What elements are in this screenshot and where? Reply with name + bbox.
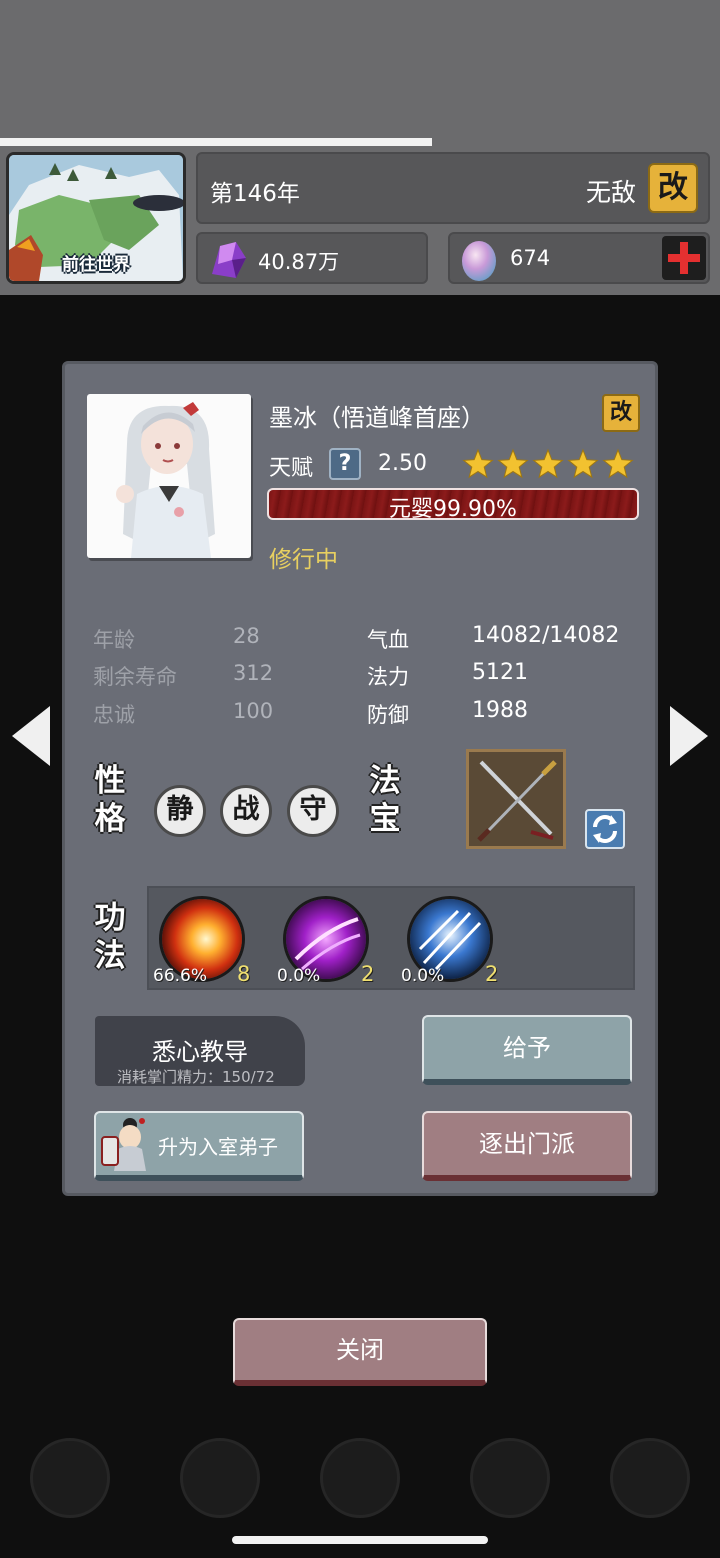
disciple-portrait <box>87 394 251 558</box>
techniques-title: 功法 <box>94 900 126 974</box>
techniques-panel: 66.6% 8 0.0% 2 0.0% 2 <box>147 886 635 990</box>
talent-value: 2.50 <box>378 451 427 476</box>
hp-label: 气血 <box>367 628 409 652</box>
close-button[interactable]: 关闭 <box>233 1318 487 1386</box>
spirit-stone-panel: 40.87万 <box>196 232 428 284</box>
star-rating <box>462 448 634 479</box>
disciple-name: 墨冰（悟道峰首座） <box>269 404 485 432</box>
mana-label: 法力 <box>367 665 409 689</box>
spirit-stone-icon <box>212 242 246 278</box>
spirit-stone-count: 40.87万 <box>258 250 340 274</box>
expel-button[interactable]: 逐出门派 <box>422 1111 632 1181</box>
talent-help-button[interactable]: ? <box>329 448 361 480</box>
swap-artifact-button[interactable] <box>585 809 625 849</box>
star-icon <box>602 448 634 479</box>
promote-disciple-button[interactable]: 升为入室弟子 <box>94 1111 304 1181</box>
give-button[interactable]: 给予 <box>422 1015 632 1085</box>
defense-value: 1988 <box>472 698 528 723</box>
promote-label: 升为入室弟子 <box>158 1135 278 1159</box>
technique-progress: 0.0% <box>401 966 445 986</box>
talent-label: 天赋 <box>269 456 314 481</box>
loading-bar <box>0 138 432 146</box>
artifact-slot[interactable] <box>466 749 566 849</box>
disciple-figure-icon <box>101 1118 146 1171</box>
star-icon <box>497 448 529 479</box>
gem-panel: 674 <box>448 232 710 284</box>
add-gems-button[interactable] <box>662 236 706 280</box>
gem-egg-icon <box>462 241 496 281</box>
trait-badge[interactable]: 静 <box>154 785 206 837</box>
teach-label: 悉心教导 <box>152 1038 248 1066</box>
lifespan-value: 312 <box>233 661 274 685</box>
previous-disciple-arrow-icon[interactable] <box>12 706 52 766</box>
star-icon <box>462 448 494 479</box>
technique-level: 2 <box>361 962 375 986</box>
refresh-icon <box>593 815 617 843</box>
rename-sect-button[interactable]: 改 <box>648 163 698 213</box>
artifact-title: 法宝 <box>369 763 401 837</box>
rename-disciple-button[interactable]: 改 <box>602 394 640 432</box>
go-to-world-label: 前往世界 <box>62 255 130 275</box>
year-panel: 第146年 无敌 改 <box>196 152 710 224</box>
cultivation-status: 修行中 <box>269 547 338 573</box>
disciple-detail-dialog: 墨冰（悟道峰首座） 改 天赋 ? 2.50 元婴99.90% 修行中 年龄 28… <box>62 361 658 1196</box>
nav-item-5 <box>590 1438 710 1548</box>
hp-value: 14082/14082 <box>472 623 620 648</box>
home-indicator <box>232 1536 488 1544</box>
crossed-swords-icon <box>477 760 557 842</box>
teach-cost: 消耗掌门精力：150/72 <box>117 1068 275 1086</box>
star-icon <box>567 448 599 479</box>
disciple-avatar-icon <box>116 402 215 558</box>
loyalty-value: 100 <box>233 699 274 723</box>
lifespan-label: 剩余寿命 <box>93 665 177 689</box>
nav-item-3 <box>300 1438 420 1548</box>
realm-progress-bar: 元婴99.90% <box>267 488 639 522</box>
technique-level: 2 <box>485 962 499 986</box>
next-disciple-arrow-icon[interactable] <box>668 706 708 766</box>
technique-level: 8 <box>237 962 251 986</box>
mana-value: 5121 <box>472 660 528 685</box>
defense-label: 防御 <box>367 703 409 727</box>
realm-progress-text: 元婴99.90% <box>389 497 517 522</box>
personality-title: 性格 <box>94 763 126 837</box>
age-label: 年龄 <box>93 628 135 652</box>
nav-item-4 <box>450 1438 570 1548</box>
year-text: 第146年 <box>210 181 300 207</box>
nav-item-2 <box>160 1438 280 1548</box>
age-value: 28 <box>233 624 260 648</box>
technique-progress: 0.0% <box>277 966 321 986</box>
sect-title: 无敌 <box>585 178 636 207</box>
plus-icon <box>668 242 700 274</box>
go-to-world-button[interactable]: 前往世界 <box>6 152 186 284</box>
technique-progress: 66.6% <box>153 966 208 986</box>
nav-item-1 <box>10 1438 130 1548</box>
trait-badge[interactable]: 战 <box>220 785 272 837</box>
trait-badge[interactable]: 守 <box>287 785 339 837</box>
gem-count: 674 <box>510 246 551 270</box>
teach-button[interactable]: 悉心教导 消耗掌门精力：150/72 <box>95 1016 305 1086</box>
star-icon <box>532 448 564 479</box>
loyalty-label: 忠诚 <box>93 703 135 727</box>
